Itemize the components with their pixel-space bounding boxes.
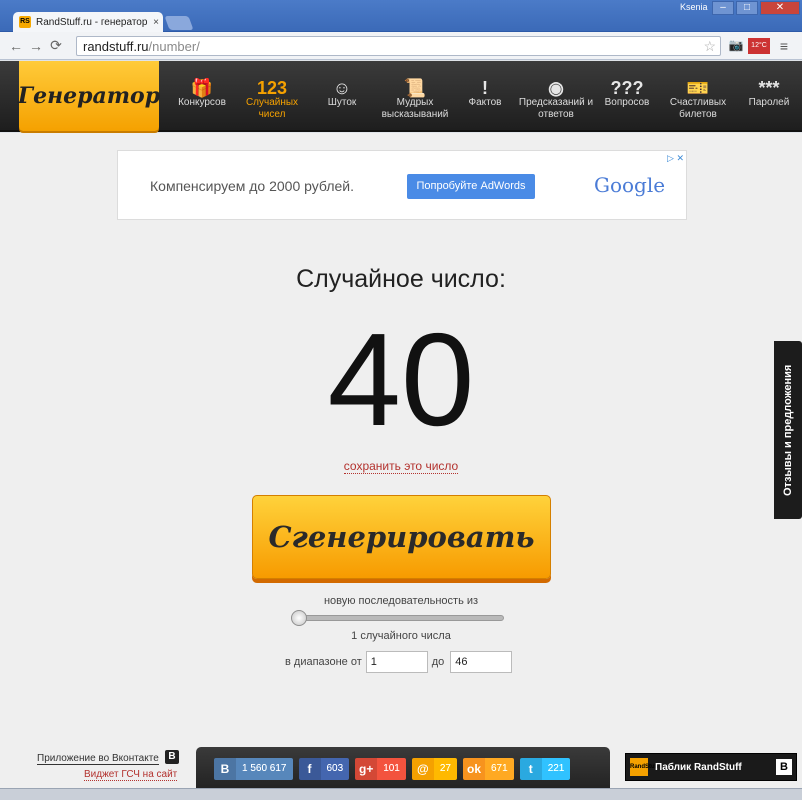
taskbar [0,788,802,800]
menu-item[interactable]: ??? Вопросов [596,61,658,131]
address-bar[interactable]: randstuff.ru/number/ ☆ [76,36,721,56]
social-button[interactable]: ok 671 [463,757,514,780]
vk-public-icon: B [776,759,792,775]
menu-item-icon: ◉ [548,78,564,98]
menu-item[interactable]: ☺ Шуток [308,61,376,131]
menu-item[interactable]: 🎁 Конкурсов [168,61,236,131]
menu-item-label: Шуток [327,97,357,108]
tab-close-icon[interactable]: × [149,17,163,28]
generate-button[interactable]: Сгенерировать [252,495,551,579]
vk-app-link[interactable]: Приложение во Вконтакте [37,753,159,765]
ad-button[interactable]: Попробуйте AdWords [407,174,535,199]
social-button[interactable]: @27 [411,757,457,780]
social-button[interactable]: f 603 [298,757,350,780]
social-count: 1 560 617 [236,757,293,780]
site-header: Генератор 🎁 Конкурсов 123 Случайных чисел ☺ Ш… [0,61,802,132]
ad-text: Компенсируем до 2000 рублей. [150,178,354,194]
random-number: 40 [327,306,475,453]
social-bar: B1 560 617 f 603 g+ 101 @27 ok 671 t 221 [196,747,610,790]
social-count: 603 [320,757,350,780]
weather-icon[interactable]: 12°C [748,38,770,54]
ad-banner[interactable]: Компенсируем до 2000 рублей. Попробуйте … [117,150,687,220]
menu-item[interactable]: ◉ Предсказаний и ответов [516,61,596,131]
menu-item-icon: 📜 [403,78,427,98]
randstuff-logo-icon: RandStuff [630,758,659,776]
social-icon: B [214,757,236,780]
site-logo[interactable]: Генератор [18,61,160,131]
social-button[interactable]: B1 560 617 [214,757,293,780]
social-icon: f [298,757,321,780]
tab-title: RandStuff.ru - генератор сл [36,16,149,28]
forward-icon[interactable]: → [26,38,46,54]
browser-tab[interactable]: RS RandStuff.ru - генератор сл × [13,12,163,32]
new-tab-button[interactable] [164,16,194,30]
minimize-button[interactable]: – [712,1,734,15]
social-button[interactable]: t 221 [519,757,571,780]
menu-item-label: Предсказаний и ответов [518,97,594,120]
menu-item-icon: ☺ [332,78,352,98]
public-vk-button[interactable]: RandStuff Паблик RandStuff B [625,753,797,781]
social-count: 27 [433,757,457,780]
range-to-input[interactable]: 46 [450,651,513,673]
menu-item[interactable]: ! Фактов [454,61,516,131]
menu-item-label: Счастливых билетов [669,97,727,120]
bookmark-star-icon[interactable]: ☆ [703,38,716,55]
page-content: Компенсируем до 2000 рублей. Попробуйте … [0,133,802,790]
public-label: Паблик RandStuff [655,761,742,773]
ad-close-icon[interactable]: ▷ ✕ [667,153,684,164]
count-slider[interactable] [291,610,504,626]
google-logo: Google [594,173,666,197]
address-toolbar: ← → ⟳ randstuff.ru/number/ ☆ 📷 12°C ≡ [0,32,802,60]
camera-icon[interactable]: 📷 [728,38,744,54]
social-icon: ok [463,757,485,780]
social-icon: @ [411,757,434,780]
count-label: 1 случайного числа [351,630,451,642]
menu-item-icon: *** [758,78,780,98]
close-window-button[interactable]: ✕ [760,1,800,15]
sequence-label: новую последовательность из [323,595,479,607]
slider-handle[interactable] [291,610,307,626]
save-number-link[interactable]: сохранить это число [343,459,459,474]
menu-item-label: Конкурсов [178,97,226,108]
range-row: в диапазоне от 1 до 46 [285,651,513,673]
window-titlebar: RS RandStuff.ru - генератор сл × Ksenia … [0,0,802,32]
reload-icon[interactable]: ⟳ [46,37,66,54]
menu-item-icon: ! [482,78,488,98]
profile-name[interactable]: Ksenia [680,2,708,12]
menu-item-label: Паролей [748,97,790,108]
menu-icon[interactable]: ≡ [776,38,792,54]
menu-item-label: Случайных чисел [245,97,299,120]
result-title: Случайное число: [296,265,506,293]
feedback-tab[interactable]: Отзывы и предложения [774,341,802,519]
menu-item[interactable]: 📜 Мудрых высказываний [376,61,454,131]
save-number-link-wrap: сохранить это число [0,459,802,474]
menu-item-icon: 123 [256,78,288,98]
maximize-button[interactable]: □ [736,1,758,15]
url-host: randstuff.ru [83,38,149,54]
menu-item-icon: ??? [610,78,644,98]
range-from-label: в диапазоне от [285,656,362,668]
social-count: 101 [377,757,406,780]
menu-item[interactable]: 🎫 Счастливых билетов [658,61,738,131]
social-button[interactable]: g+ 101 [355,757,406,780]
menu-item[interactable]: 123 Случайных чисел [236,61,308,131]
social-count: 671 [485,757,514,780]
menu-item-label: Мудрых высказываний [381,97,449,120]
social-icon: t [519,757,542,780]
menu-item-icon: 🎫 [686,78,710,98]
favicon-icon: RS [19,16,31,28]
vk-icon[interactable]: B [165,750,179,764]
menu-item-label: Фактов [468,97,502,108]
menu-item[interactable]: *** Паролей [738,61,800,131]
range-from-input[interactable]: 1 [365,651,428,673]
back-icon[interactable]: ← [6,38,26,54]
menu-item-label: Вопросов [604,97,650,108]
widget-link[interactable]: Виджет ГСЧ на сайт [84,769,178,781]
url-path: /number/ [148,38,200,54]
main-menu: 🎁 Конкурсов 123 Случайных чисел ☺ Шуток 📜 Мудры… [168,61,800,131]
menu-item-icon: 🎁 [190,78,214,98]
range-to-label: до [431,656,445,668]
social-icon: g+ [355,757,378,780]
social-count: 221 [541,757,571,780]
